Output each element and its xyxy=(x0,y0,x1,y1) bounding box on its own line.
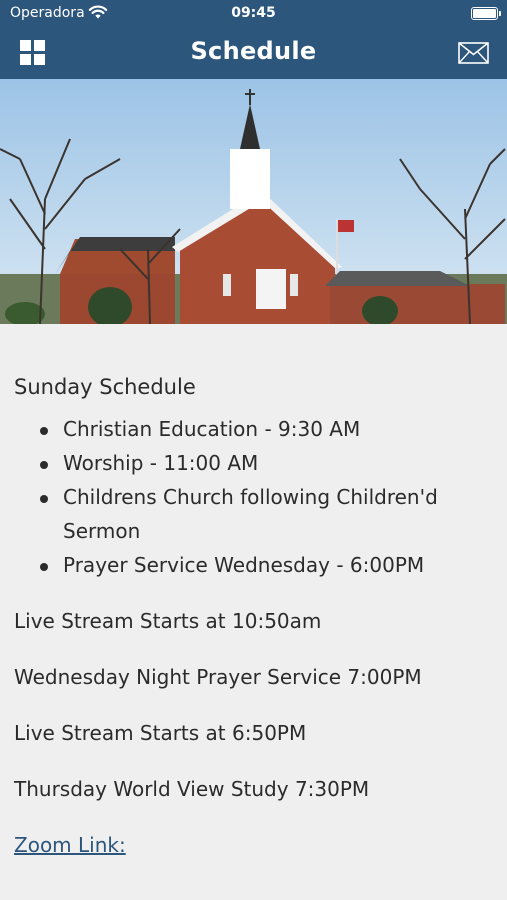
zoom-link[interactable]: Zoom Link: xyxy=(14,828,126,862)
schedule-line: Thursday World View Study 7:30PM xyxy=(14,777,370,801)
schedule-content: Sunday Schedule Christian Education - 9:… xyxy=(14,370,494,862)
clock: 09:45 xyxy=(231,5,276,21)
schedule-heading: Sunday Schedule xyxy=(14,375,196,399)
list-item: Childrens Church following Children'd Se… xyxy=(14,480,494,548)
schedule-line: Live Stream Starts at 10:50am xyxy=(14,609,322,633)
church-photo xyxy=(0,79,507,324)
list-item: Worship - 11:00 AM xyxy=(14,446,494,480)
list-item: Christian Education - 9:30 AM xyxy=(14,412,494,446)
schedule-list: Christian Education - 9:30 AM Worship - … xyxy=(14,412,494,582)
status-bar: Operadora 09:45 xyxy=(0,0,507,28)
envelope-icon[interactable] xyxy=(458,42,489,64)
top-bar: Operadora 09:45 Schedule xyxy=(0,0,507,79)
schedule-line: Live Stream Starts at 6:50PM xyxy=(14,721,307,745)
list-item: Prayer Service Wednesday - 6:00PM xyxy=(14,548,494,582)
schedule-line: Wednesday Night Prayer Service 7:00PM xyxy=(14,665,422,689)
battery-icon xyxy=(471,7,501,20)
page-title: Schedule xyxy=(190,37,317,65)
